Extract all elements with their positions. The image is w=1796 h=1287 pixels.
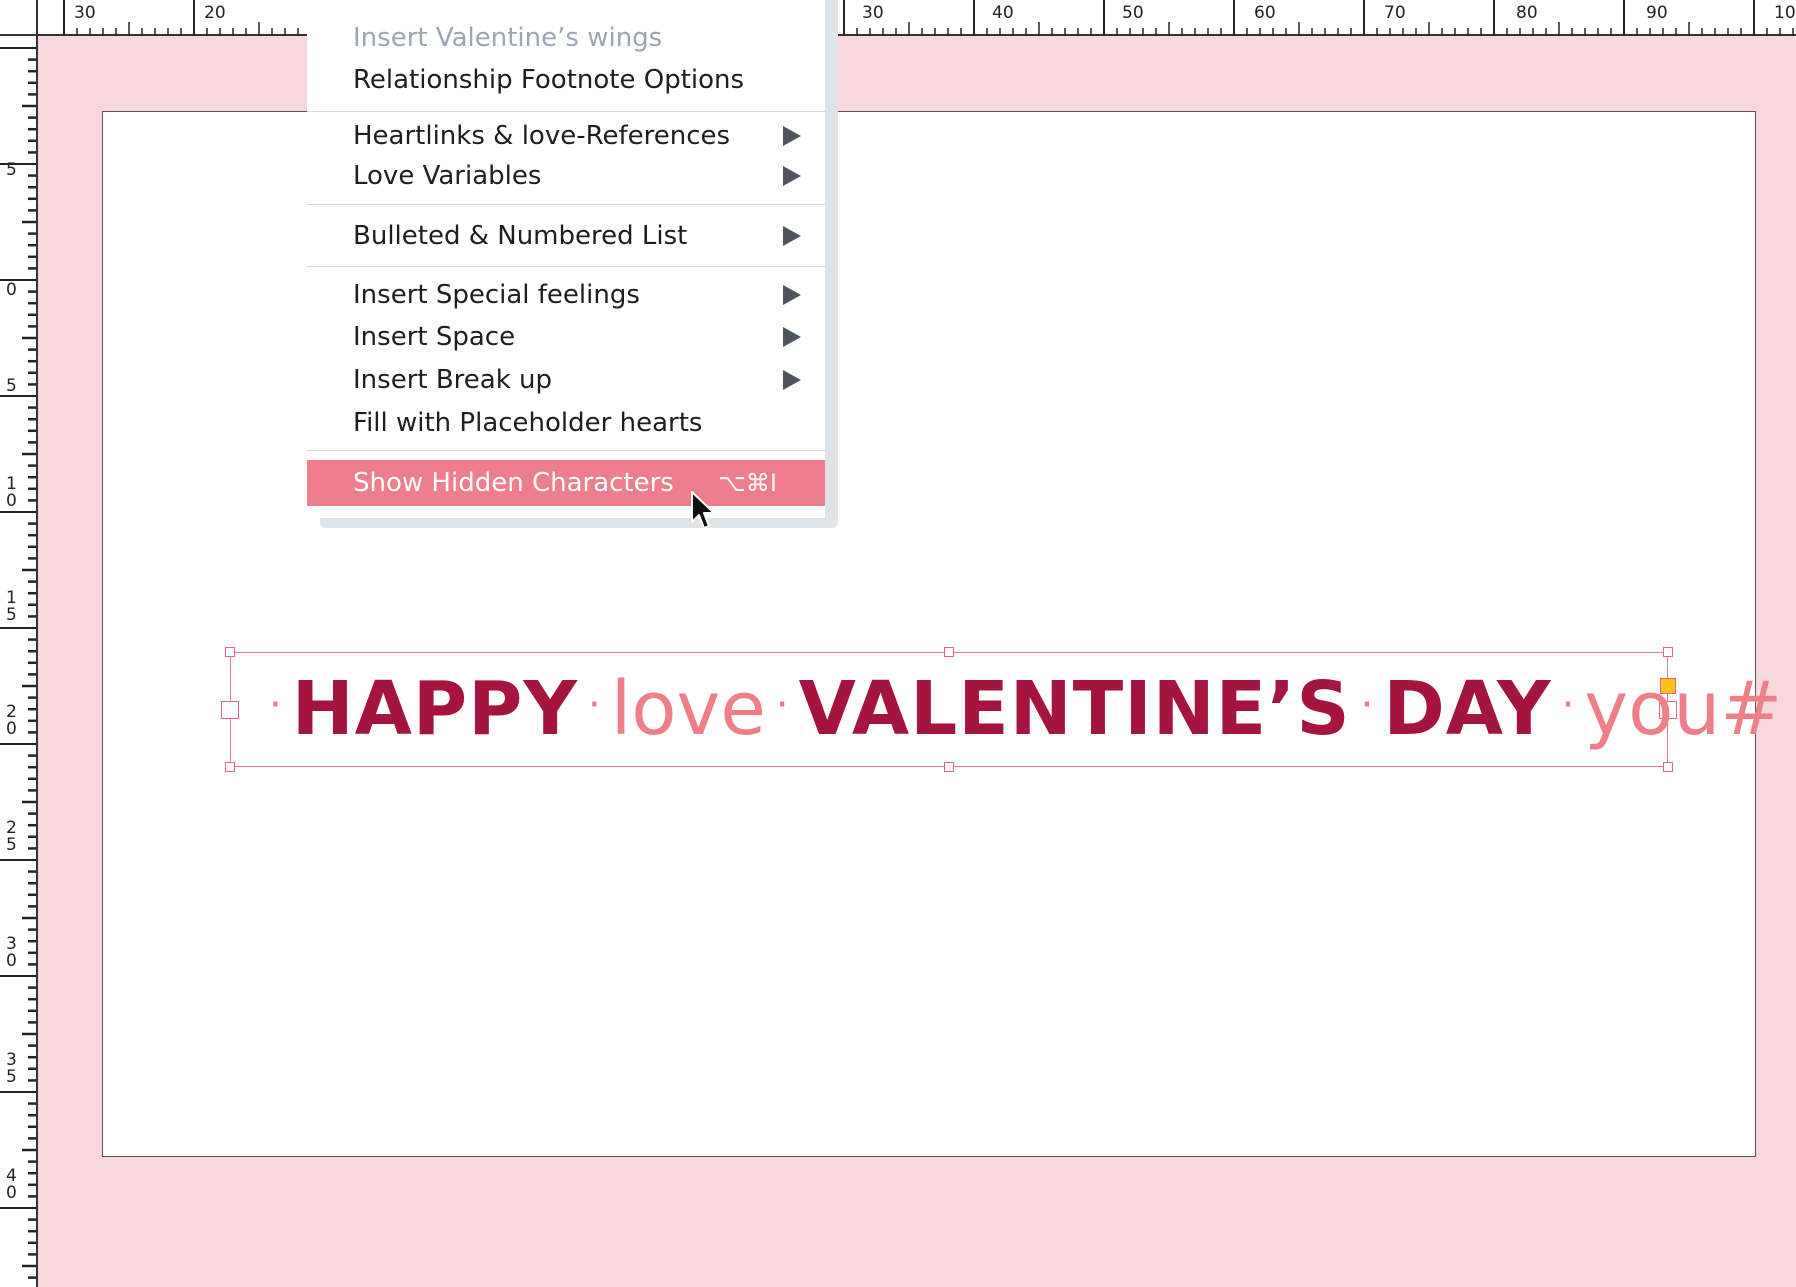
- ruler-label: 30: [862, 3, 884, 23]
- menu-item-bulleted-list[interactable]: Bulleted & Numbered List: [307, 216, 825, 256]
- menu-item-label: Bulleted & Numbered List: [353, 221, 688, 251]
- space-marker: ·: [1561, 682, 1575, 728]
- resize-handle-bottom-right[interactable]: [1663, 762, 1673, 772]
- submenu-arrow-icon: [783, 285, 801, 305]
- vertical-ruler-ticks: [0, 47, 36, 1279]
- ruler-label: 30: [74, 3, 96, 23]
- space-marker: ·: [775, 682, 789, 728]
- menu-item-heartlinks[interactable]: Heartlinks & love-References: [307, 116, 825, 156]
- submenu-arrow-icon: [783, 226, 801, 246]
- menu-item-label: Insert Valentine’s wings: [353, 23, 663, 53]
- menu-item-label: Show Hidden Characters: [353, 468, 674, 498]
- menu-item-special-feelings[interactable]: Insert Special feelings: [307, 275, 825, 315]
- submenu-arrow-icon: [783, 126, 801, 146]
- menu-separator: [307, 266, 825, 267]
- ruler-label: 10: [1774, 3, 1796, 23]
- in-port[interactable]: [221, 701, 239, 719]
- menu-item-label: Insert Break up: [353, 365, 553, 395]
- menu-item-insert-wings: Insert Valentine’s wings: [307, 18, 825, 58]
- menu-separator: [307, 450, 825, 451]
- space-marker: ·: [587, 682, 601, 728]
- ruler-label: 90: [1646, 3, 1668, 23]
- mouse-pointer-icon: [691, 491, 715, 529]
- menu-item-label: Insert Special feelings: [353, 280, 640, 310]
- ruler-label: 80: [1516, 3, 1538, 23]
- menu-item-label: Fill with Placeholder hearts: [353, 408, 703, 438]
- menu-item-love-variables[interactable]: Love Variables: [307, 156, 825, 196]
- resize-handle-bottom-center[interactable]: [944, 762, 954, 772]
- space-marker: ·: [1360, 682, 1374, 728]
- resize-handle-bottom-left[interactable]: [225, 762, 235, 772]
- menu-item-label: Relationship Footnote Options: [353, 65, 745, 95]
- space-marker: ·: [269, 682, 282, 728]
- ruler-label: 0: [6, 280, 17, 300]
- ruler-label: 2 5: [6, 818, 17, 855]
- ruler-label: 3 0: [6, 934, 17, 971]
- ruler-label: 1 0: [6, 474, 17, 511]
- menu-item-insert-space[interactable]: Insert Space: [307, 317, 825, 357]
- menu-separator: [307, 204, 825, 205]
- word-you: you#: [1584, 666, 1783, 752]
- ruler-label: 60: [1254, 3, 1276, 23]
- submenu-arrow-icon: [783, 166, 801, 186]
- word-valentines: VALENTINE’S: [798, 666, 1351, 752]
- word-day: DAY: [1383, 666, 1552, 752]
- word-love: love: [610, 666, 766, 752]
- ruler-label: 50: [1122, 3, 1144, 23]
- ruler-label: 3 5: [6, 1050, 17, 1087]
- menu-item-insert-break[interactable]: Insert Break up: [307, 360, 825, 400]
- frame-text-content[interactable]: · HAPPY · love · VALENTINE’S · DAY · you…: [253, 659, 1782, 759]
- ruler-label: 20: [204, 3, 226, 23]
- ruler-label: 40: [992, 3, 1014, 23]
- menu-item-footnote-options[interactable]: Relationship Footnote Options: [307, 60, 825, 100]
- menu-item-placeholder-hearts[interactable]: Fill with Placeholder hearts: [307, 403, 825, 443]
- menu-item-show-hidden-characters[interactable]: Show Hidden Characters ⌥⌘I: [307, 460, 825, 506]
- resize-handle-top-right[interactable]: [1663, 647, 1673, 657]
- word-happy: HAPPY: [291, 666, 578, 752]
- context-menu[interactable]: Insert Valentine’s wings Relationship Fo…: [307, 0, 825, 518]
- ruler-label: 4 0: [6, 1166, 17, 1203]
- ruler-label: 5: [6, 376, 17, 396]
- resize-handle-top-left[interactable]: [225, 647, 235, 657]
- ruler-origin[interactable]: [0, 0, 38, 36]
- menu-item-label: Insert Space: [353, 322, 516, 352]
- horizontal-ruler[interactable]: 30 20 30 40 50 60 70 80 90 10: [0, 0, 1796, 36]
- ruler-label: 70: [1384, 3, 1406, 23]
- submenu-arrow-icon: [783, 327, 801, 347]
- menu-item-label: Heartlinks & love-References: [353, 121, 731, 151]
- ruler-label: 1 5: [6, 588, 17, 625]
- vertical-ruler[interactable]: 5 0 5 1 0 1 5 2 0 2 5 3 0 3 5 4 0: [0, 36, 38, 1287]
- menu-item-shortcut: ⌥⌘I: [718, 469, 777, 497]
- text-frame[interactable]: · HAPPY · love · VALENTINE’S · DAY · you…: [221, 647, 1782, 772]
- submenu-arrow-icon: [783, 370, 801, 390]
- resize-handle-top-center[interactable]: [944, 647, 954, 657]
- ruler-label: 5: [6, 160, 17, 180]
- ruler-label: 2 0: [6, 702, 17, 739]
- menu-separator: [307, 111, 825, 112]
- menu-item-label: Love Variables: [353, 161, 542, 191]
